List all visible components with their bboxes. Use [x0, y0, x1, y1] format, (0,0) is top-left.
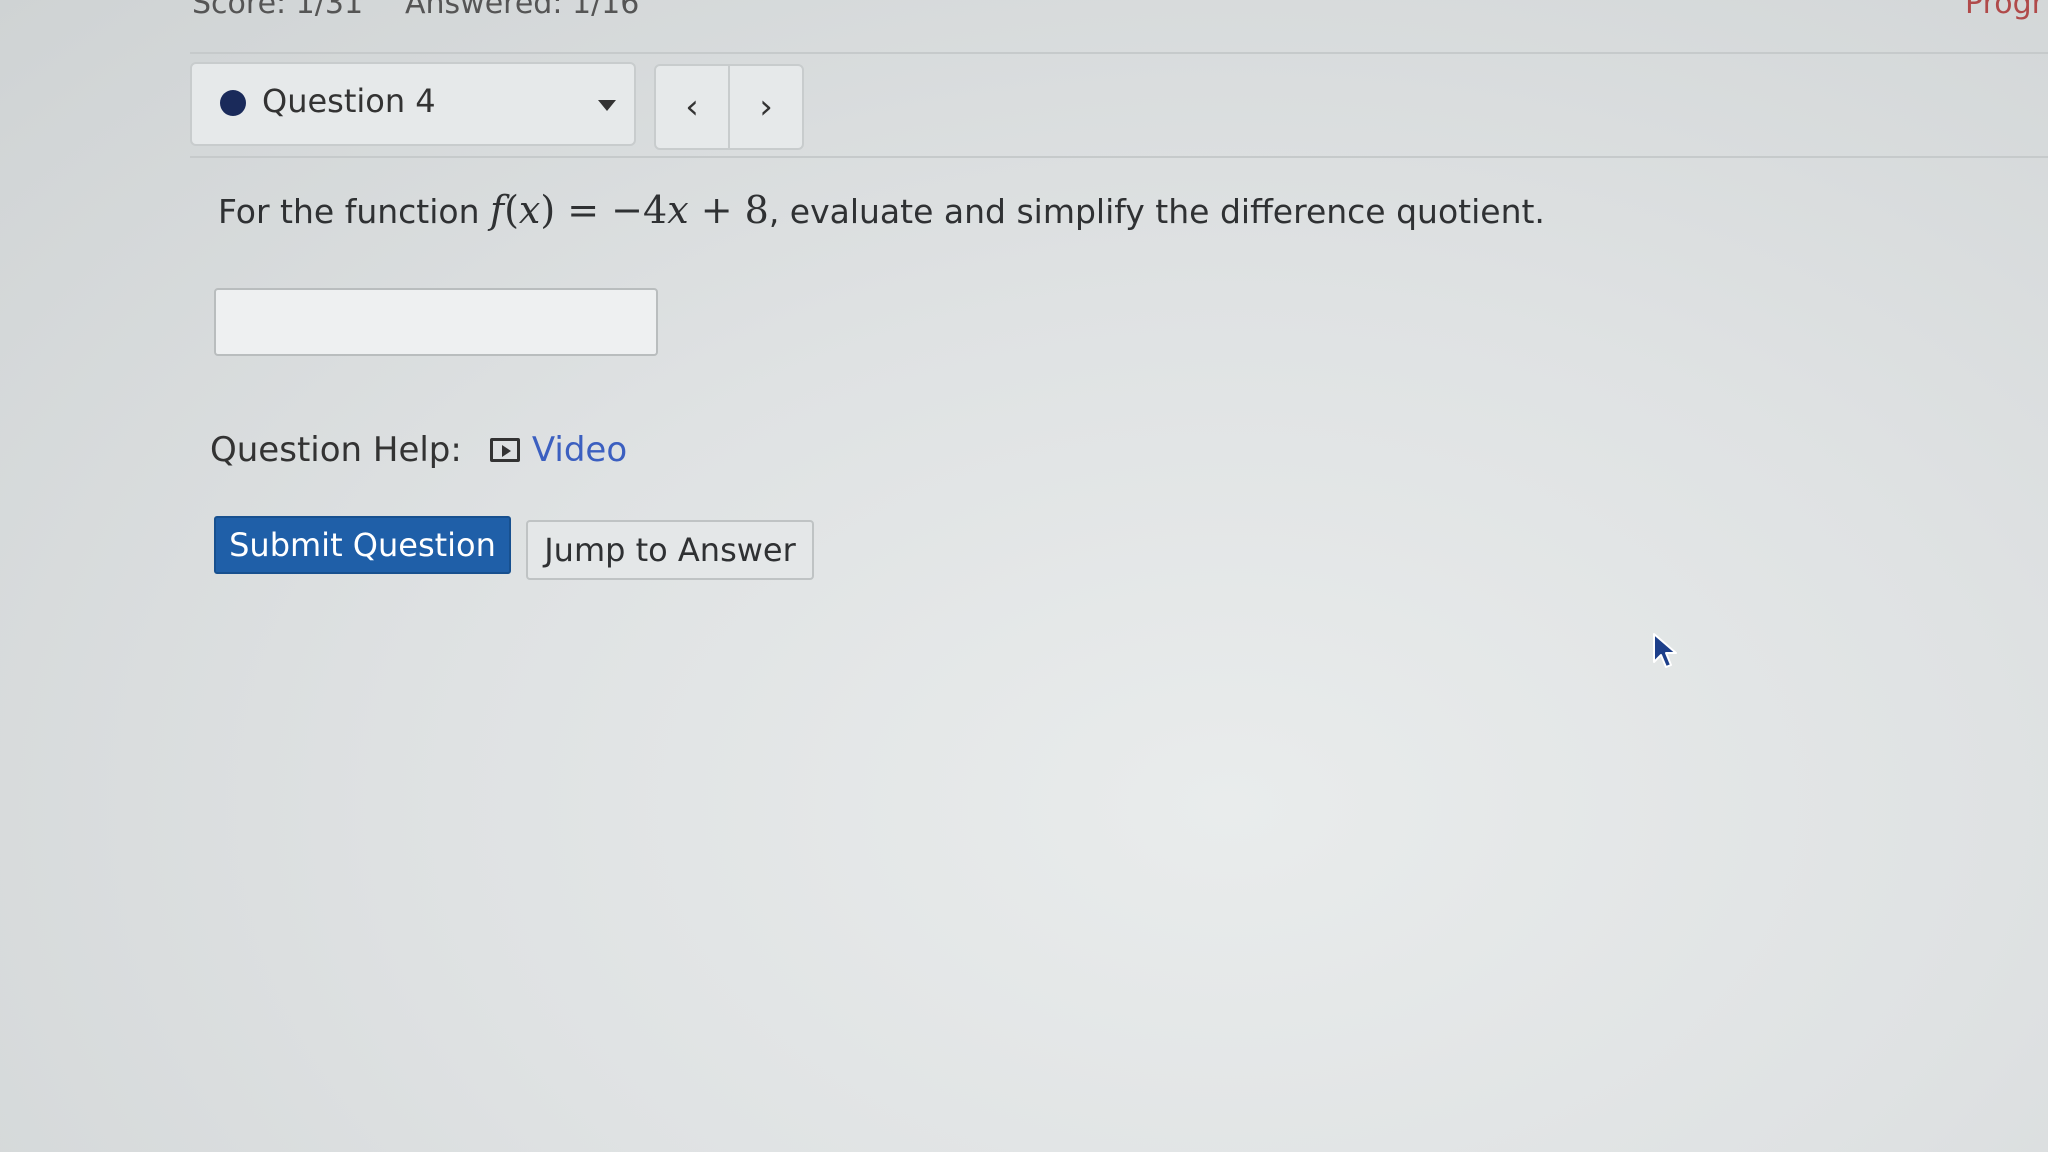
- question-help: Question Help: Video: [210, 430, 627, 470]
- progress-link[interactable]: Progr: [1965, 0, 2044, 21]
- answer-input[interactable]: [214, 288, 658, 356]
- chevron-right-icon: ›: [759, 87, 773, 127]
- mouse-pointer-icon: [1653, 633, 1677, 668]
- chevron-left-icon: ‹: [685, 87, 699, 127]
- question-help-label: Question Help:: [210, 430, 462, 470]
- submit-question-button[interactable]: Submit Question: [214, 516, 511, 574]
- question-suffix: , evaluate and simplify the difference q…: [768, 192, 1545, 231]
- top-bar: Score: 1/31 Answered: 1/16 Progr: [0, 0, 2048, 40]
- answered-text: Answered: 1/16: [405, 0, 640, 21]
- question-selector[interactable]: Question 4: [190, 62, 636, 146]
- caret-down-icon: [598, 100, 616, 111]
- video-play-icon[interactable]: [489, 438, 520, 462]
- jump-to-answer-button[interactable]: Jump to Answer: [526, 520, 814, 580]
- question-prefix: For the function: [218, 192, 490, 231]
- question-selector-label: Question 4: [262, 82, 436, 120]
- video-link[interactable]: Video: [532, 430, 627, 470]
- prev-question-button[interactable]: ‹: [656, 66, 728, 148]
- question-text: For the function f(x) = −4x + 8, evaluat…: [218, 188, 1545, 232]
- header-divider: [190, 52, 2048, 54]
- next-question-button[interactable]: ›: [728, 66, 802, 148]
- question-nav: ‹ ›: [654, 64, 804, 150]
- score-text: Score: 1/31: [192, 0, 364, 21]
- question-status-dot: [220, 90, 246, 116]
- nav-divider: [190, 156, 2048, 158]
- function-expression: f(x) = −4x + 8: [490, 188, 769, 232]
